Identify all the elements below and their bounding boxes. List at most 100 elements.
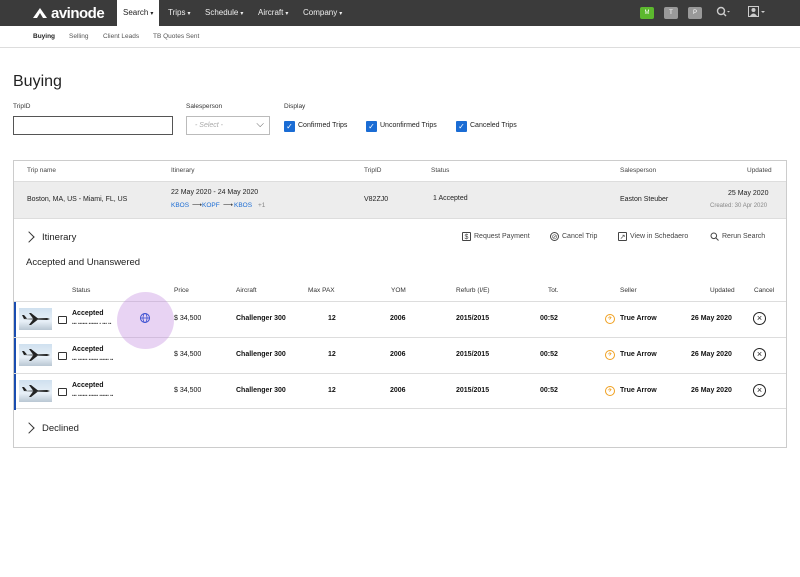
aircraft-thumbnail bbox=[19, 380, 52, 402]
aircraft-thumbnail bbox=[19, 308, 52, 330]
quote-price: $ 34,500 bbox=[174, 351, 202, 358]
quote-pax: 12 bbox=[328, 387, 336, 394]
itinerary-toggle[interactable]: Itinerary bbox=[42, 232, 76, 243]
nav-search-label: Search bbox=[123, 8, 149, 17]
confirmed-trips-label: Confirmed Trips bbox=[298, 122, 348, 129]
quote-pax: 12 bbox=[328, 351, 336, 358]
badge-m[interactable]: M bbox=[640, 7, 654, 19]
quote-updated: 26 May 2020 bbox=[691, 387, 732, 394]
subnav-tb-quotes-sent[interactable]: TB Quotes Sent bbox=[153, 33, 199, 40]
comment-icon[interactable] bbox=[58, 388, 67, 396]
subnav-client-leads[interactable]: Client Leads bbox=[103, 33, 139, 40]
nav-company[interactable]: Company ▾ bbox=[303, 0, 342, 26]
logo-text: avinode bbox=[51, 4, 105, 22]
search-icon[interactable] bbox=[716, 6, 730, 21]
quote-yom: 2006 bbox=[390, 387, 406, 394]
qheader-tot: Tot. bbox=[548, 287, 559, 294]
logo-icon bbox=[33, 8, 47, 18]
unconfirmed-trips-checkbox[interactable]: ✓ bbox=[366, 121, 377, 132]
nav-trips[interactable]: Trips ▾ bbox=[168, 0, 191, 26]
quote-yom: 2006 bbox=[390, 315, 406, 322]
nav-search[interactable]: Search ▾ bbox=[117, 0, 159, 26]
rerun-search-label: Rerun Search bbox=[722, 233, 766, 240]
search-icon bbox=[710, 232, 719, 241]
tripid-input[interactable] bbox=[13, 116, 173, 135]
sub-nav: Buying Selling Client Leads TB Quotes Se… bbox=[0, 26, 800, 48]
qheader-cancel: Cancel bbox=[754, 287, 775, 294]
operator-icon: ✈ bbox=[605, 350, 615, 360]
quote-updated: 26 May 2020 bbox=[691, 351, 732, 358]
quote-aircraft[interactable]: Challenger 300 bbox=[236, 387, 286, 394]
row-accent bbox=[14, 338, 16, 374]
declined-toggle[interactable]: Declined bbox=[42, 423, 79, 434]
top-nav: avinode Search ▾ Trips ▾ Schedule ▾ Aircraf… bbox=[0, 0, 800, 26]
quote-seller[interactable]: True Arrow bbox=[620, 351, 657, 358]
quote-refurb: 2015/2015 bbox=[456, 387, 490, 394]
request-payment-label: Request Payment bbox=[474, 233, 530, 240]
comment-icon[interactable] bbox=[58, 352, 67, 360]
view-in-schedaero-button[interactable]: ↗ View in Schedaero bbox=[618, 232, 688, 241]
subnav-buying[interactable]: Buying bbox=[33, 33, 55, 40]
salesperson-label: Salesperson bbox=[186, 103, 223, 110]
trip-status: 1 Accepted bbox=[433, 195, 468, 202]
canceled-trips-checkbox[interactable]: ✓ bbox=[456, 121, 467, 132]
user-menu-icon[interactable] bbox=[748, 6, 768, 21]
display-label: Display bbox=[284, 103, 306, 110]
nav-aircraft[interactable]: Aircraft ▾ bbox=[258, 0, 288, 26]
confirmed-trips-checkbox[interactable]: ✓ bbox=[284, 121, 295, 132]
globe-icon[interactable] bbox=[139, 312, 151, 324]
cancel-quote-icon[interactable]: × bbox=[753, 348, 766, 361]
chevron-down-icon: ▾ bbox=[339, 11, 343, 17]
header-salesperson: Salesperson bbox=[620, 167, 657, 174]
comment-icon[interactable] bbox=[58, 316, 67, 324]
badge-p[interactable]: P bbox=[688, 7, 702, 19]
tripid-label: TripID bbox=[13, 103, 31, 110]
unconfirmed-trips-label: Unconfirmed Trips bbox=[380, 122, 437, 129]
qheader-refurb: Refurb (I/E) bbox=[456, 287, 490, 294]
quote-seller[interactable]: True Arrow bbox=[620, 315, 657, 322]
view-in-schedaero-label: View in Schedaero bbox=[630, 233, 689, 240]
request-payment-button[interactable]: $ Request Payment bbox=[462, 232, 530, 241]
quote-status-sub: ••• •••••• •••••• •••••• •• bbox=[72, 393, 114, 398]
header-updated: Updated bbox=[747, 167, 772, 174]
quote-status: Accepted bbox=[72, 310, 104, 317]
arrow-right-icon: ⟶ bbox=[192, 202, 203, 209]
subnav-selling[interactable]: Selling bbox=[69, 33, 89, 40]
qheader-maxpax: Max PAX bbox=[308, 287, 335, 294]
qheader-seller: Seller bbox=[620, 287, 637, 294]
chevron-down-icon: ⌵ bbox=[256, 119, 264, 130]
route-airport[interactable]: KBOS bbox=[171, 202, 189, 209]
trip-row[interactable] bbox=[14, 181, 786, 219]
header-tripid: TripID bbox=[364, 167, 382, 174]
canceled-trips-label: Canceled Trips bbox=[470, 122, 517, 129]
page-title: Buying bbox=[13, 73, 62, 90]
quote-yom: 2006 bbox=[390, 351, 406, 358]
qheader-yom: YOM bbox=[391, 287, 406, 294]
route-airport[interactable]: KOPF bbox=[202, 202, 220, 209]
route-airport[interactable]: KBOS bbox=[234, 202, 252, 209]
nav-schedule[interactable]: Schedule ▾ bbox=[205, 0, 243, 26]
quote-price: $ 34,500 bbox=[174, 315, 202, 322]
qheader-price: Price bbox=[174, 287, 189, 294]
header-status: Status bbox=[431, 167, 450, 174]
cancel-quote-icon[interactable]: × bbox=[753, 312, 766, 325]
quote-status-sub: ••• •••••• •••••• • ••• •• bbox=[72, 321, 112, 326]
quote-status: Accepted bbox=[72, 346, 104, 353]
quote-seller[interactable]: True Arrow bbox=[620, 387, 657, 394]
chevron-down-icon: ▾ bbox=[150, 11, 154, 17]
chevron-down-icon: ▾ bbox=[240, 11, 244, 17]
quote-pax: 12 bbox=[328, 315, 336, 322]
trip-name: Boston, MA, US - Miami, FL, US bbox=[27, 196, 128, 203]
salesperson-select[interactable]: - Select - ⌵ bbox=[186, 116, 270, 135]
trip-created: Created: 30 Apr 2020 bbox=[710, 203, 768, 209]
quote-refurb: 2015/2015 bbox=[456, 351, 490, 358]
cancel-quote-icon[interactable]: × bbox=[753, 384, 766, 397]
logo[interactable]: avinode bbox=[32, 4, 105, 22]
payment-icon: $ bbox=[462, 232, 471, 241]
quote-aircraft[interactable]: Challenger 300 bbox=[236, 315, 286, 322]
row-accent bbox=[14, 302, 16, 338]
rerun-search-button[interactable]: Rerun Search bbox=[710, 232, 765, 241]
cancel-trip-button[interactable]: ⊘ Cancel Trip bbox=[550, 232, 597, 241]
badge-t[interactable]: T bbox=[664, 7, 678, 19]
quote-aircraft[interactable]: Challenger 300 bbox=[236, 351, 286, 358]
